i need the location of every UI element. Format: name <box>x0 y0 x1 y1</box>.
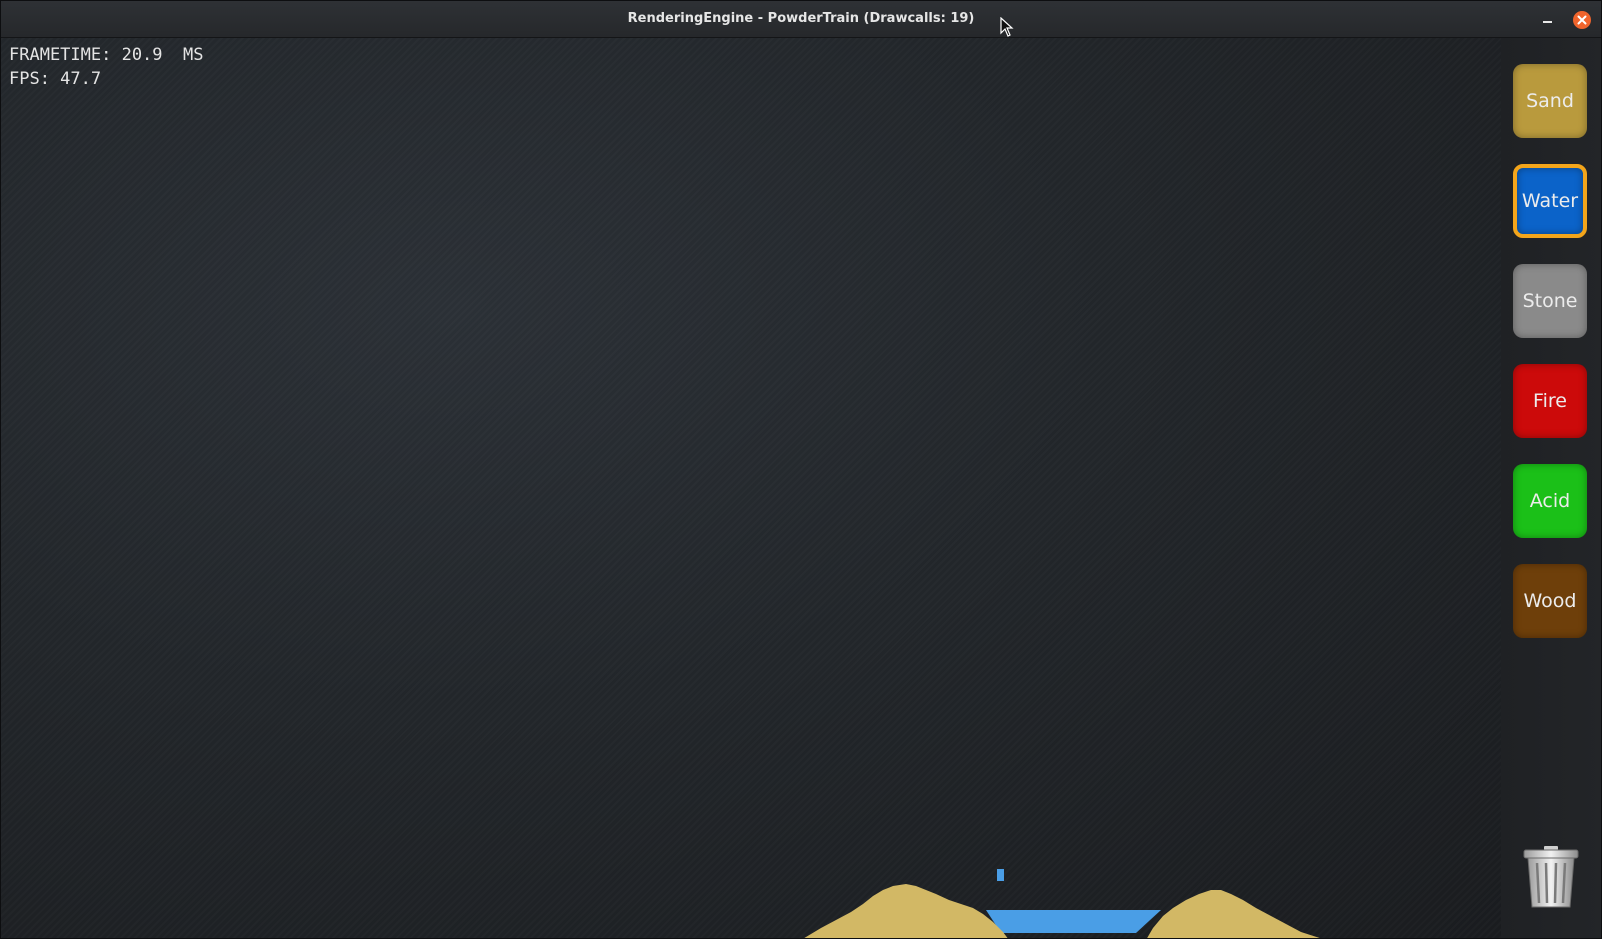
sand-button-label: Sand <box>1526 90 1574 112</box>
water-pool <box>986 910 1161 933</box>
acid-button[interactable]: Acid <box>1513 464 1587 538</box>
close-icon <box>1577 15 1587 25</box>
fire-button[interactable]: Fire <box>1513 364 1587 438</box>
wood-button[interactable]: Wood <box>1513 564 1587 638</box>
stone-button-label: Stone <box>1522 290 1578 312</box>
performance-hud: FRAMETIME: 20.9 MS FPS: 47.7 <box>9 43 203 91</box>
acid-button-label: Acid <box>1529 490 1571 512</box>
water-button-label: Water <box>1521 190 1579 212</box>
terrain-layer <box>804 869 1320 938</box>
window-title: RenderingEngine - PowderTrain (Drawcalls… <box>627 11 975 26</box>
water-droplet <box>997 869 1004 881</box>
mouse-cursor <box>1000 16 1014 41</box>
minimize-icon <box>1543 21 1552 23</box>
app-window: RenderingEngine - PowderTrain (Drawcalls… <box>0 0 1602 939</box>
close-button[interactable] <box>1573 11 1591 29</box>
minimize-button[interactable] <box>1537 10 1557 30</box>
frametime-label: FRAMETIME: 20.9 MS <box>9 45 204 65</box>
fps-label: FPS: 47.7 <box>9 69 102 89</box>
wood-button-label: Wood <box>1523 590 1577 612</box>
sand-mound-right <box>1147 890 1320 938</box>
trash-icon <box>1523 846 1579 908</box>
trash-button[interactable] <box>1522 844 1580 914</box>
cursor-icon <box>1000 16 1014 37</box>
title-bar[interactable]: RenderingEngine - PowderTrain (Drawcalls… <box>1 1 1601 38</box>
sand-mound-left <box>804 884 1008 938</box>
stone-button[interactable]: Stone <box>1513 264 1587 338</box>
fire-button-label: Fire <box>1533 390 1567 412</box>
sand-button[interactable]: Sand <box>1513 64 1587 138</box>
water-button[interactable]: Water <box>1513 164 1587 238</box>
